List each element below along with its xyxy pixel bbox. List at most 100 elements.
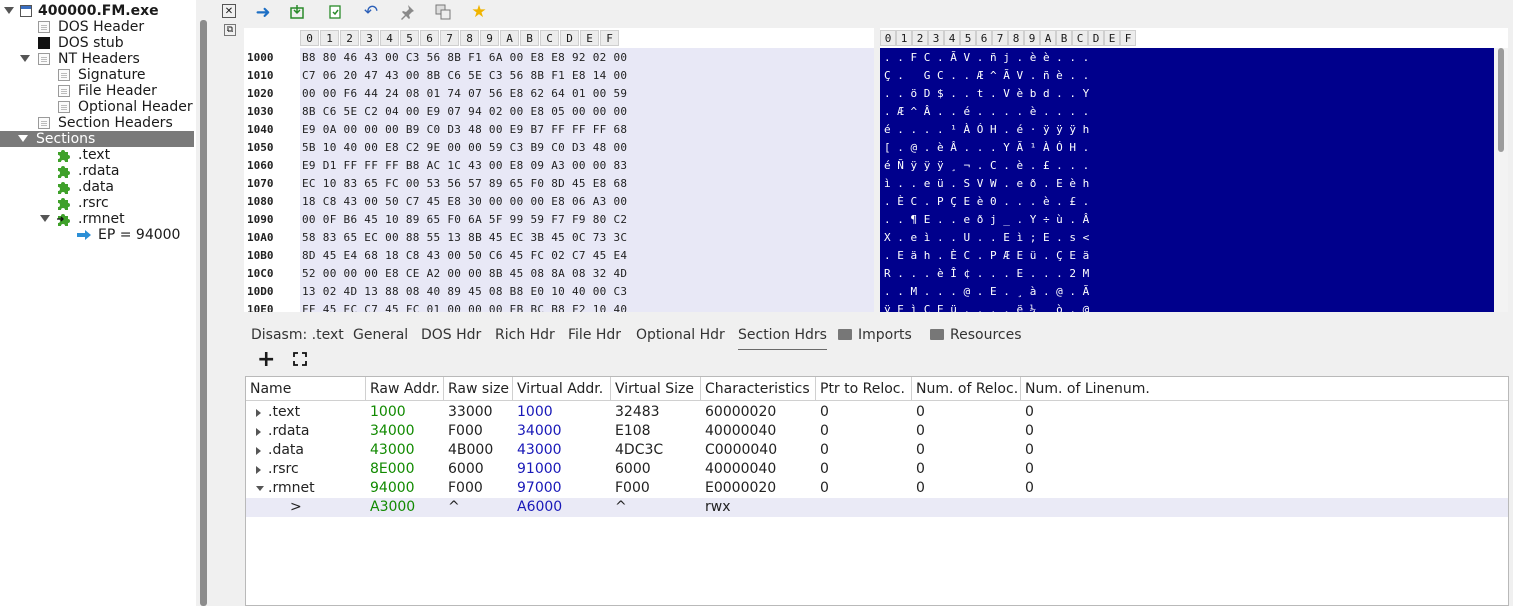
column-header-raw-size[interactable]: Raw size (444, 377, 513, 401)
tree-item-file-header[interactable]: File Header (0, 83, 190, 99)
collapse-triangle-icon[interactable] (40, 215, 50, 222)
tab-optional-hdr[interactable]: Optional Hdr (636, 321, 725, 349)
table-row[interactable]: .text 1000 33000 1000 32483 60000020 0 0 0 (246, 403, 1508, 422)
load-icon[interactable] (288, 3, 306, 21)
ascii-row-text[interactable]: R . . . è Î ¢ . . . E . . . 2 M (884, 267, 1089, 280)
tab-section-hdrs[interactable]: Section Hdrs (738, 321, 827, 351)
hex-row-bytes[interactable]: 8B C6 5E C2 04 00 E9 07 94 02 00 E8 05 0… (302, 105, 627, 118)
ascii-row-text[interactable]: ì . . e ü . S V W . e ð . E è h (884, 177, 1089, 190)
section-headers-table[interactable]: Name Raw Addr. Raw size Virtual Addr. Vi… (245, 376, 1509, 606)
tab-imports[interactable]: Imports (838, 321, 912, 349)
ascii-view[interactable]: 0123456789ABCDEF . . F C . Ã V . ñ j . è… (880, 28, 1508, 312)
ascii-row-text[interactable]: X . e ì . . U . . E ì ; E . s < (884, 231, 1089, 244)
copy-icon[interactable] (434, 3, 452, 21)
collapse-triangle-icon[interactable] (18, 135, 28, 142)
ascii-row-text[interactable]: Ç . G C . . Æ ^ Ã V . ñ è . . (884, 69, 1089, 82)
hex-row-bytes[interactable]: 52 00 00 00 E8 CE A2 00 00 8B 45 08 8A 0… (302, 267, 627, 280)
plus-icon[interactable]: + (257, 349, 275, 371)
ascii-row-text[interactable]: . E ä h . È C . P Æ E ü . Ç E ä (884, 249, 1089, 262)
column-header-name[interactable]: Name (246, 377, 366, 401)
tab-disasm-text[interactable]: Disasm: .text (251, 321, 344, 349)
hex-row-bytes[interactable]: 58 83 65 EC 00 88 55 13 8B 45 EC 3B 45 0… (302, 231, 627, 244)
tree-scrollbar-thumb[interactable] (200, 20, 207, 606)
tree-splitter[interactable] (196, 0, 212, 606)
column-header-characteristics[interactable]: Characteristics (701, 377, 816, 401)
hex-row-bytes[interactable]: 5B 10 40 00 E8 C2 9E 00 00 59 C3 B9 C0 D… (302, 141, 627, 154)
tree-item-entry-point[interactable]: EP = 94000 (0, 227, 190, 243)
column-header-num-reloc[interactable]: Num. of Reloc. (912, 377, 1021, 401)
tab-dos-hdr[interactable]: DOS Hdr (421, 321, 481, 349)
hex-row-bytes[interactable]: EC 10 83 65 FC 00 53 56 57 89 65 F0 8D 4… (302, 177, 627, 190)
ascii-row-text[interactable]: é . . . . ¹ À Ó H . é · ÿ ÿ ÿ h (884, 123, 1089, 136)
tree-item-root[interactable]: 400000.FM.exe (2, 3, 192, 19)
ascii-row-text[interactable]: . . M . . . @ . E . ¸ à . @ . Ã (884, 285, 1089, 298)
ascii-row-text[interactable]: . . F C . Ã V . ñ j . è è . . . (884, 51, 1089, 64)
tree-item-dos-header[interactable]: DOS Header (0, 19, 190, 35)
tree-item-dos-stub[interactable]: DOS stub (0, 35, 190, 51)
tree-item-section-headers[interactable]: Section Headers (0, 115, 190, 131)
star-icon[interactable]: ★ (470, 2, 488, 22)
tree-item-section-rsrc[interactable]: .rsrc (0, 195, 190, 211)
forward-arrow-icon[interactable]: ➜ (254, 2, 272, 23)
expand-icon[interactable] (293, 352, 307, 370)
tree-item-signature[interactable]: Signature (0, 67, 190, 83)
hex-row-bytes[interactable]: 13 02 4D 13 88 08 40 89 45 08 B8 E0 10 4… (302, 285, 627, 298)
chevron-right-icon[interactable] (256, 428, 261, 436)
column-header-raw-addr[interactable]: Raw Addr. (366, 377, 444, 401)
hex-row-bytes[interactable]: E9 D1 FF FF FF B8 AC 1C 43 00 E8 09 A3 0… (302, 159, 627, 172)
pin-icon[interactable] (398, 3, 416, 21)
hex-vertical-scrollbar[interactable] (1494, 48, 1508, 312)
hex-column-label: 5 (400, 30, 419, 46)
table-sub-row[interactable]: > A3000 ^ A6000 ^ rwx (246, 498, 1508, 517)
tree-item-nt-headers[interactable]: NT Headers (0, 51, 190, 67)
column-header-virtual-size[interactable]: Virtual Size (611, 377, 701, 401)
hex-row-bytes[interactable]: 00 0F B6 45 10 89 65 F0 6A 5F 99 59 F7 F… (302, 213, 627, 226)
section-ptr-reloc-cell: 0 (820, 442, 829, 458)
save-icon[interactable] (326, 3, 344, 21)
tree-item-optional-header[interactable]: Optional Header (0, 99, 193, 115)
tab-resources[interactable]: Resources (930, 321, 1022, 349)
chevron-down-icon[interactable] (256, 486, 264, 491)
hex-row-address: 1010 (247, 69, 274, 82)
ascii-row-text[interactable]: [ . @ . è Â . . . Y Ã ¹ À Ó H . (884, 141, 1089, 154)
ascii-row-text[interactable]: é Ñ ÿ ÿ ÿ ¸ ¬ . C . è . £ . . . (884, 159, 1089, 172)
scrollbar-thumb[interactable] (1498, 48, 1504, 152)
hex-row-bytes[interactable]: 00 00 F6 44 24 08 01 74 07 56 E8 62 64 0… (302, 87, 627, 100)
hex-row-bytes[interactable]: FF 45 EC C7 45 FC 01 00 00 00 EB BC B8 F… (302, 303, 627, 312)
tree-item-section-rmnet[interactable]: .rmnet (0, 211, 190, 227)
hex-row-bytes[interactable]: B8 80 46 43 00 C3 56 8B F1 6A 00 E8 E8 9… (302, 51, 627, 64)
hex-row-bytes[interactable]: C7 06 20 47 43 00 8B C6 5E C3 56 8B F1 E… (302, 69, 627, 82)
tree-item-sections[interactable]: Sections (0, 131, 194, 147)
ascii-row-text[interactable]: . . ¶ E . . e ð j _ . Y ÷ ù . Â (884, 213, 1089, 226)
hex-view[interactable]: 0123456789ABCDEF 1000 B8 80 46 43 00 C3 5… (244, 28, 874, 312)
restore-icon[interactable]: ⧉ (224, 24, 236, 36)
chevron-right-icon[interactable] (256, 447, 261, 455)
chevron-right-icon[interactable] (256, 466, 261, 474)
tree-item-section-text[interactable]: .text (0, 147, 190, 163)
tab-general[interactable]: General (353, 321, 408, 349)
hex-row-bytes[interactable]: E9 0A 00 00 00 B9 C0 D3 48 00 E9 B7 FF F… (302, 123, 627, 136)
collapse-triangle-icon[interactable] (4, 7, 14, 14)
table-row[interactable]: .rmnet 94000 F000 97000 F000 E0000020 0 0 0 (246, 479, 1508, 498)
column-header-ptr-reloc[interactable]: Ptr to Reloc. (816, 377, 912, 401)
hex-row-bytes[interactable]: 18 C8 43 00 50 C7 45 E8 30 00 00 00 E8 0… (302, 195, 627, 208)
column-header-num-linenum[interactable]: Num. of Linenum. (1021, 377, 1508, 401)
chevron-right-icon[interactable] (256, 409, 261, 417)
tab-rich-hdr[interactable]: Rich Hdr (495, 321, 555, 349)
table-row[interactable]: .rdata 34000 F000 34000 E108 40000040 0 0 0 (246, 422, 1508, 441)
ascii-row-text[interactable]: . Æ ^ Â . . é . . . . è . . . . (884, 105, 1089, 118)
close-icon[interactable]: ✕ (222, 4, 236, 18)
ascii-row-text[interactable]: ÿ E ì Ç E ü . . . . ë ¼ ¸ ò . @ (884, 303, 1089, 312)
tab-file-hdr[interactable]: File Hdr (568, 321, 621, 349)
ascii-row-text[interactable]: . . ö D $ . . t . V è b d . . Y (884, 87, 1089, 100)
hex-row-bytes[interactable]: 8D 45 E4 68 18 C8 43 00 50 C6 45 FC 02 C… (302, 249, 627, 262)
undo-icon[interactable]: ↶ (362, 2, 380, 22)
table-row[interactable]: .rsrc 8E000 6000 91000 6000 40000040 0 0 0 (246, 460, 1508, 479)
ascii-row-text[interactable]: . È C . P Ç E è 0 . . . è . £ . (884, 195, 1089, 208)
column-header-virtual-addr[interactable]: Virtual Addr. (513, 377, 611, 401)
collapse-triangle-icon[interactable] (20, 55, 30, 62)
tree-item-section-data[interactable]: .data (0, 179, 190, 195)
tree-item-section-rdata[interactable]: .rdata (0, 163, 190, 179)
structure-tree[interactable]: 400000.FM.exe DOS Header DOS stub NT Hea… (0, 0, 196, 606)
table-row[interactable]: .data 43000 4B000 43000 4DC3C C0000040 0 0 0 (246, 441, 1508, 460)
